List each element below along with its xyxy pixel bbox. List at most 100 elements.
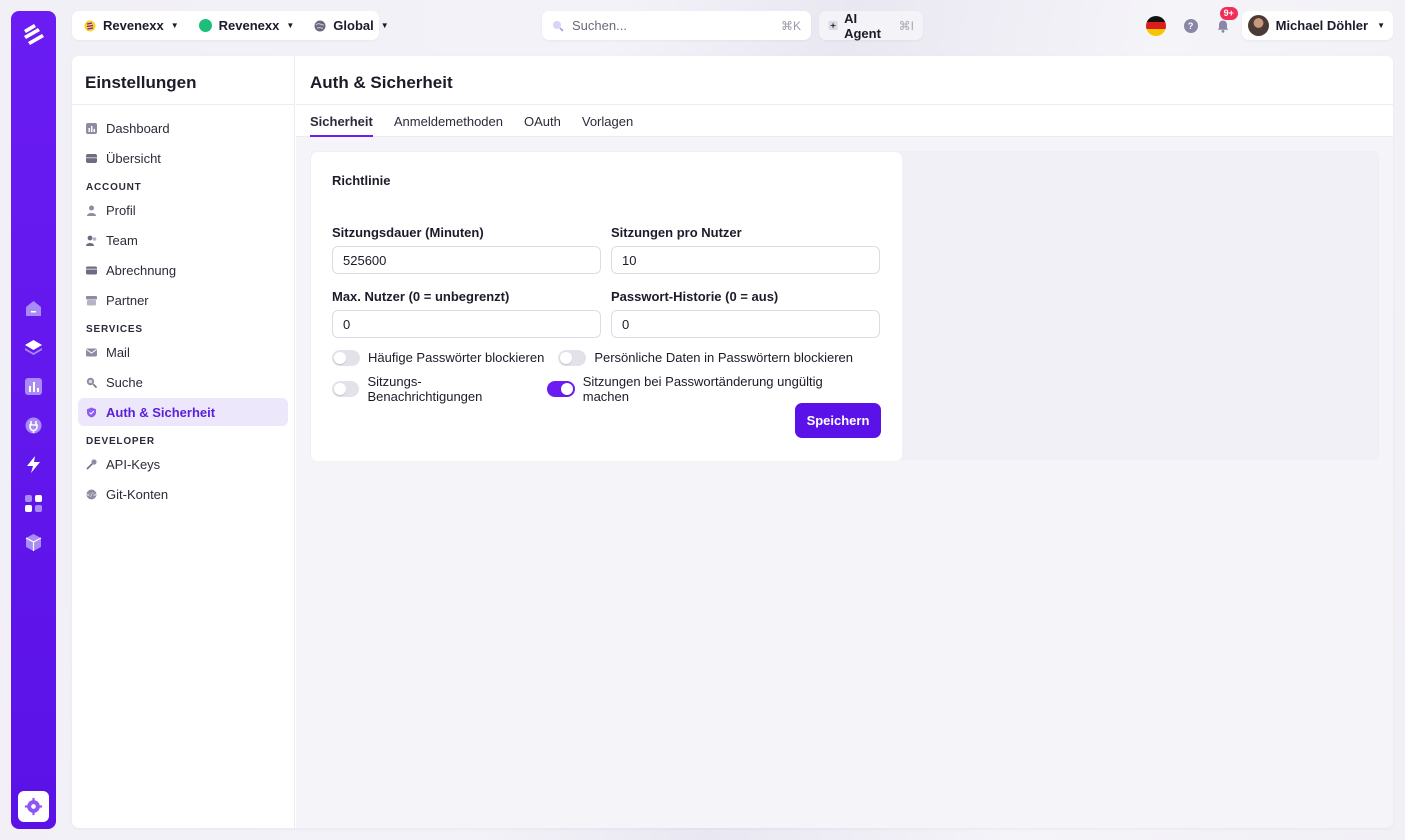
sidebar-item-label: Mail <box>106 344 130 360</box>
globe-icon <box>314 20 326 31</box>
overview-icon <box>86 153 97 164</box>
billing-icon <box>86 265 97 276</box>
section-heading-developer: DEVELOPER <box>86 436 155 447</box>
user-name: Michael Döhler <box>1275 18 1369 33</box>
sidebar-item-dashboard[interactable]: Dashboard <box>78 114 288 142</box>
search-input[interactable]: Suchen... <box>572 18 627 33</box>
settings-gear-button[interactable] <box>18 791 49 822</box>
ai-agent-shortcut: ⌘I <box>898 18 914 33</box>
sidebar-item-label: Team <box>106 232 138 248</box>
user-icon <box>86 205 97 216</box>
cube-icon[interactable] <box>23 532 44 553</box>
analytics-icon[interactable] <box>23 376 44 397</box>
max-users-label: Max. Nutzer (0 = unbegrenzt) <box>332 289 510 304</box>
max-users-input[interactable]: 0 <box>332 310 601 338</box>
workspace-logo-icon <box>84 20 96 31</box>
toggle-row: Sitzungs-Benachrichtigungen Sitzungen be… <box>332 374 881 404</box>
sidebar-item-auth-security[interactable]: Auth & Sicherheit <box>78 398 288 426</box>
tab-templates[interactable]: Vorlagen <box>582 105 633 136</box>
sidebar-item-partner[interactable]: Partner <box>78 286 288 314</box>
policy-panel: Richtlinie Sitzungsdauer (Minuten) 52560… <box>311 152 902 461</box>
bell-icon <box>1217 20 1228 33</box>
sidebar-item-label: Abrechnung <box>106 262 177 278</box>
sidebar-item-label: Partner <box>106 292 149 308</box>
sidebar-item-label: Dashboard <box>106 120 170 136</box>
toggle-label: Sitzungs-Benachrichtigungen <box>367 373 483 404</box>
region-selector[interactable]: Global ▼ <box>310 11 392 40</box>
layers-icon[interactable] <box>23 337 44 358</box>
tab-oauth[interactable]: OAuth <box>524 105 561 136</box>
dashboard-icon <box>86 122 97 134</box>
topbar-actions: ? 9+ Michael Döhler ▼ <box>1145 6 1393 40</box>
sidebar-item-mail[interactable]: Mail <box>78 338 288 366</box>
session-duration-label: Sitzungsdauer (Minuten) <box>332 225 484 240</box>
apps-icon[interactable] <box>23 493 44 514</box>
sidebar-item-label: Profil <box>106 202 136 218</box>
toggle-switch[interactable] <box>332 380 360 397</box>
project-selector[interactable]: Revenexx ▼ <box>195 11 299 40</box>
password-history-field: Passwort-Historie (0 = aus) 0 <box>611 289 880 338</box>
avatar <box>1247 15 1269 36</box>
language-flag-de-icon[interactable] <box>1145 15 1166 36</box>
sidebar-item-git-accounts[interactable]: </> Git-Konten <box>78 480 288 508</box>
section-heading-account: ACCOUNT <box>86 182 142 193</box>
ai-agent-button[interactable]: AI Agent ⌘I <box>819 11 923 41</box>
sidebar-item-profile[interactable]: Profil <box>78 196 288 224</box>
sidebar-item-label: API-Keys <box>106 456 161 472</box>
sidebar-item-label: Übersicht <box>106 150 161 166</box>
sidebar-item-team[interactable]: Team <box>78 226 288 254</box>
section-heading-services: SERVICES <box>86 324 143 335</box>
session-duration-input[interactable]: 525600 <box>332 246 601 274</box>
tab-login-methods[interactable]: Anmeldemethoden <box>394 105 503 136</box>
sidebar-item-overview[interactable]: Übersicht <box>78 144 288 172</box>
search-shortcut: ⌘K <box>780 18 801 33</box>
sidebar-item-label: Suche <box>106 374 143 390</box>
bolt-icon[interactable] <box>23 454 44 475</box>
sidebar-item-api-keys[interactable]: API-Keys <box>78 450 288 478</box>
sidebar-item-label: Auth & Sicherheit <box>106 404 216 420</box>
password-history-label: Passwort-Historie (0 = aus) <box>611 289 779 304</box>
home-icon[interactable] <box>23 298 44 319</box>
sessions-per-user-label: Sitzungen pro Nutzer <box>611 225 742 240</box>
region-name: Global <box>333 18 374 33</box>
settings-sidebar: Einstellungen Dashboard Übersicht ACCOUN… <box>72 56 295 828</box>
sessions-per-user-input[interactable]: 10 <box>611 246 880 274</box>
partner-icon <box>86 295 97 306</box>
block-personal-data-toggle[interactable]: Persönliche Daten in Passwörtern blockie… <box>558 349 853 366</box>
project-status-dot <box>198 19 212 32</box>
toggle-label: Häufige Passwörter blockieren <box>368 350 545 365</box>
toggle-switch[interactable] <box>547 380 575 397</box>
settings-nav: Dashboard Übersicht ACCOUNT Profil Team … <box>72 105 294 508</box>
block-common-passwords-toggle[interactable]: Häufige Passwörter blockieren <box>332 349 545 366</box>
chevron-down-icon: ▼ <box>380 21 389 30</box>
sidebar-item-billing[interactable]: Abrechnung <box>78 256 288 284</box>
session-notifications-toggle[interactable]: Sitzungs-Benachrichtigungen <box>332 374 533 404</box>
max-users-field: Max. Nutzer (0 = unbegrenzt) 0 <box>332 289 601 338</box>
sidebar-item-search[interactable]: Suche <box>78 368 288 396</box>
user-menu[interactable]: Michael Döhler ▼ <box>1241 11 1393 40</box>
notifications-button[interactable]: 9+ <box>1216 6 1238 33</box>
search-icon <box>553 20 564 32</box>
git-icon: </> <box>86 489 97 500</box>
settings-tabs: Sicherheit Anmeldemethoden OAuth Vorlage… <box>296 105 1393 137</box>
project-name: Revenexx <box>218 18 280 33</box>
invalidate-sessions-toggle[interactable]: Sitzungen bei Passwortänderung ungültig … <box>547 374 867 404</box>
sessions-per-user-field: Sitzungen pro Nutzer 10 <box>611 225 880 274</box>
toggle-switch[interactable] <box>332 349 360 366</box>
chevron-down-icon: ▼ <box>286 21 295 30</box>
svg-text:</>: </> <box>87 492 97 498</box>
save-button[interactable]: Speichern <box>795 403 881 438</box>
sidebar-item-label: Git-Konten <box>106 486 169 502</box>
settings-card: Einstellungen Dashboard Übersicht ACCOUN… <box>72 56 1393 828</box>
toggle-switch[interactable] <box>558 349 587 366</box>
global-search[interactable]: Suchen... ⌘K <box>542 11 811 40</box>
panel-heading: Richtlinie <box>332 173 391 188</box>
plug-icon[interactable] <box>23 415 44 436</box>
session-duration-field: Sitzungsdauer (Minuten) 525600 <box>332 225 601 274</box>
tab-security[interactable]: Sicherheit <box>310 105 373 137</box>
help-icon[interactable]: ? <box>1183 18 1198 33</box>
shield-icon <box>86 407 97 418</box>
password-history-input[interactable]: 0 <box>611 310 880 338</box>
brand-logo-icon[interactable] <box>20 21 47 48</box>
workspace-selector[interactable]: Revenexx ▼ <box>80 11 183 40</box>
